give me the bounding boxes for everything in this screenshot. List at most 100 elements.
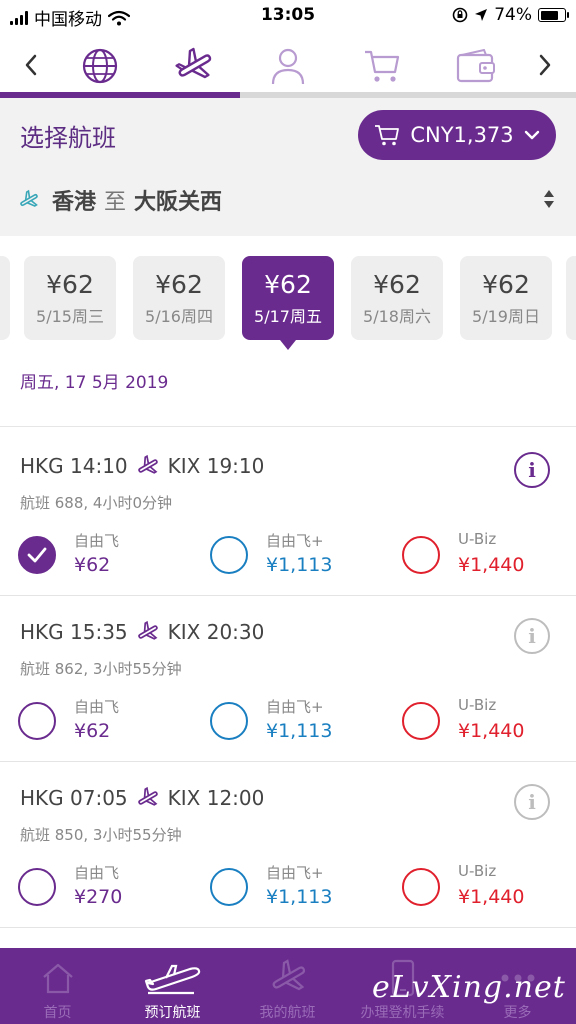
- info-icon[interactable]: i: [514, 784, 550, 820]
- selected-date-label: 周五, 17 5月 2019: [20, 373, 169, 393]
- step-destination[interactable]: [78, 44, 122, 88]
- tab-book-flight[interactable]: 预订航班: [115, 948, 230, 1024]
- fare-option[interactable]: 自由飞+ ¥1,113: [210, 862, 380, 912]
- fare-radio[interactable]: [18, 868, 56, 906]
- date-selector: ¥62 5/15周三 ¥62 5/16周四 ¥62 5/17周五 ¥62 5/18周六 …: [0, 236, 576, 427]
- globe-icon: [82, 48, 118, 84]
- status-right: 74%: [452, 5, 569, 25]
- arrival: KIX 20:30: [167, 620, 265, 644]
- chevron-left-icon: [25, 54, 37, 76]
- date-card[interactable]: ¥62 5/18周六: [351, 256, 443, 340]
- date-card-selected[interactable]: ¥62 5/17周五: [242, 256, 334, 350]
- fare-price: ¥270: [74, 886, 123, 908]
- fare-price: ¥1,113: [266, 720, 333, 742]
- departure: HKG 15:35: [20, 620, 128, 644]
- fare-price: ¥62: [74, 720, 111, 742]
- fare-option[interactable]: 自由飞 ¥270: [18, 862, 188, 912]
- tab-home[interactable]: 首页: [0, 948, 115, 1024]
- flight-route: HKG 15:35 KIX 20:30: [20, 620, 264, 644]
- info-icon[interactable]: i: [514, 618, 550, 654]
- flight-card: HKG 14:10 KIX 19:10 航班 688, 4小时0分钟 i 自由飞 ¥62 自…: [0, 430, 576, 596]
- airplane-takeoff-icon: [144, 964, 200, 995]
- fare-price: ¥1,113: [266, 886, 333, 908]
- location-icon: [475, 9, 488, 21]
- passenger-icon: [271, 48, 305, 85]
- fare-option[interactable]: 自由飞+ ¥1,113: [210, 530, 380, 580]
- date-card[interactable]: ¥62 5/16周四: [133, 256, 225, 340]
- flight-card: HKG 07:05 KIX 12:00 航班 850, 3小时55分钟 i 自由飞 ¥27…: [0, 762, 576, 928]
- fare-option[interactable]: 自由飞 ¥62: [18, 530, 188, 580]
- fare-option[interactable]: 自由飞 ¥62: [18, 696, 188, 746]
- fare-price: ¥1,113: [266, 554, 333, 576]
- arrival: KIX 19:10: [167, 454, 265, 478]
- airplane-icon: [20, 189, 38, 207]
- date-card-partial-left[interactable]: [0, 256, 10, 340]
- fare-option[interactable]: U-Biz ¥1,440: [402, 696, 572, 746]
- flight-card: HKG 15:35 KIX 20:30 航班 862, 3小时55分钟 i 自由飞 ¥62…: [0, 596, 576, 762]
- battery-percent: 74%: [494, 5, 532, 25]
- route-connector: 至: [104, 190, 127, 215]
- arrival: KIX 12:00: [167, 786, 265, 810]
- total-price-button[interactable]: CNY1,373: [358, 110, 556, 160]
- route-origin: 香港: [52, 190, 97, 215]
- fare-name: 自由飞: [74, 532, 120, 550]
- fare-radio[interactable]: [210, 868, 248, 906]
- route-destination: 大阪关西: [134, 190, 223, 215]
- airplane-icon: [137, 620, 158, 640]
- checkmark-icon: [27, 547, 47, 563]
- fare-radio[interactable]: [18, 702, 56, 740]
- flight-route: HKG 07:05 KIX 12:00: [20, 786, 264, 810]
- date-card[interactable]: ¥62 5/15周三: [24, 256, 116, 340]
- fare-radio[interactable]: [210, 536, 248, 574]
- fare-price: ¥1,440: [458, 554, 525, 576]
- fare-radio[interactable]: [18, 536, 56, 574]
- fare-option[interactable]: U-Biz ¥1,440: [402, 530, 572, 580]
- airplane-icon: [175, 47, 212, 79]
- info-icon[interactable]: i: [514, 452, 550, 488]
- fare-price: ¥1,440: [458, 886, 525, 908]
- tab-label: 首页: [43, 1005, 72, 1021]
- fare-name: U-Biz: [458, 530, 497, 548]
- fare-radio[interactable]: [210, 702, 248, 740]
- departure: HKG 07:05: [20, 786, 128, 810]
- step-extras[interactable]: [360, 44, 404, 88]
- rotation-lock-icon: [452, 7, 468, 23]
- next-step-button[interactable]: [530, 48, 560, 82]
- home-icon: [42, 963, 73, 994]
- chevron-down-icon: [524, 130, 539, 140]
- page-title: 选择航班: [20, 124, 116, 152]
- cart-icon: [375, 125, 400, 146]
- flight-meta: 航班 688, 4小时0分钟: [20, 494, 173, 512]
- departure: HKG 14:10: [20, 454, 128, 478]
- fare-name: 自由飞: [74, 698, 120, 716]
- total-price: CNY1,373: [410, 123, 514, 147]
- sort-toggle-icon[interactable]: [544, 190, 554, 208]
- booking-step-nav: [0, 34, 576, 98]
- fare-price: ¥1,440: [458, 720, 525, 742]
- status-bar: 中国移动 13:05 74%: [0, 0, 576, 34]
- battery-icon: [538, 8, 569, 22]
- airplane-icon: [137, 786, 158, 806]
- fare-option[interactable]: 自由飞+ ¥1,113: [210, 696, 380, 746]
- watermark: eLvXing.net: [372, 970, 566, 1005]
- tab-my-flights[interactable]: 我的航班: [230, 948, 345, 1024]
- fare-name: U-Biz: [458, 862, 497, 880]
- fare-radio[interactable]: [402, 536, 440, 574]
- chevron-right-icon: [539, 54, 551, 76]
- date-card-partial-right[interactable]: [566, 256, 576, 340]
- flight-selection-header: 选择航班 CNY1,373 香港 至 大阪关西: [0, 98, 576, 236]
- fare-name: 自由飞+: [266, 532, 324, 550]
- date-card[interactable]: ¥62 5/19周日: [460, 256, 552, 340]
- fare-radio[interactable]: [402, 702, 440, 740]
- step-payment[interactable]: [454, 44, 498, 88]
- tab-label: 我的航班: [259, 1005, 316, 1021]
- divider: [0, 426, 576, 427]
- step-flights[interactable]: [172, 44, 216, 88]
- previous-step-button[interactable]: [16, 48, 46, 82]
- tab-label: 办理登机手续: [360, 1005, 445, 1021]
- fare-radio[interactable]: [402, 868, 440, 906]
- fare-name: U-Biz: [458, 696, 497, 714]
- fare-option[interactable]: U-Biz ¥1,440: [402, 862, 572, 912]
- step-passengers[interactable]: [266, 44, 310, 88]
- cart-icon: [365, 50, 400, 82]
